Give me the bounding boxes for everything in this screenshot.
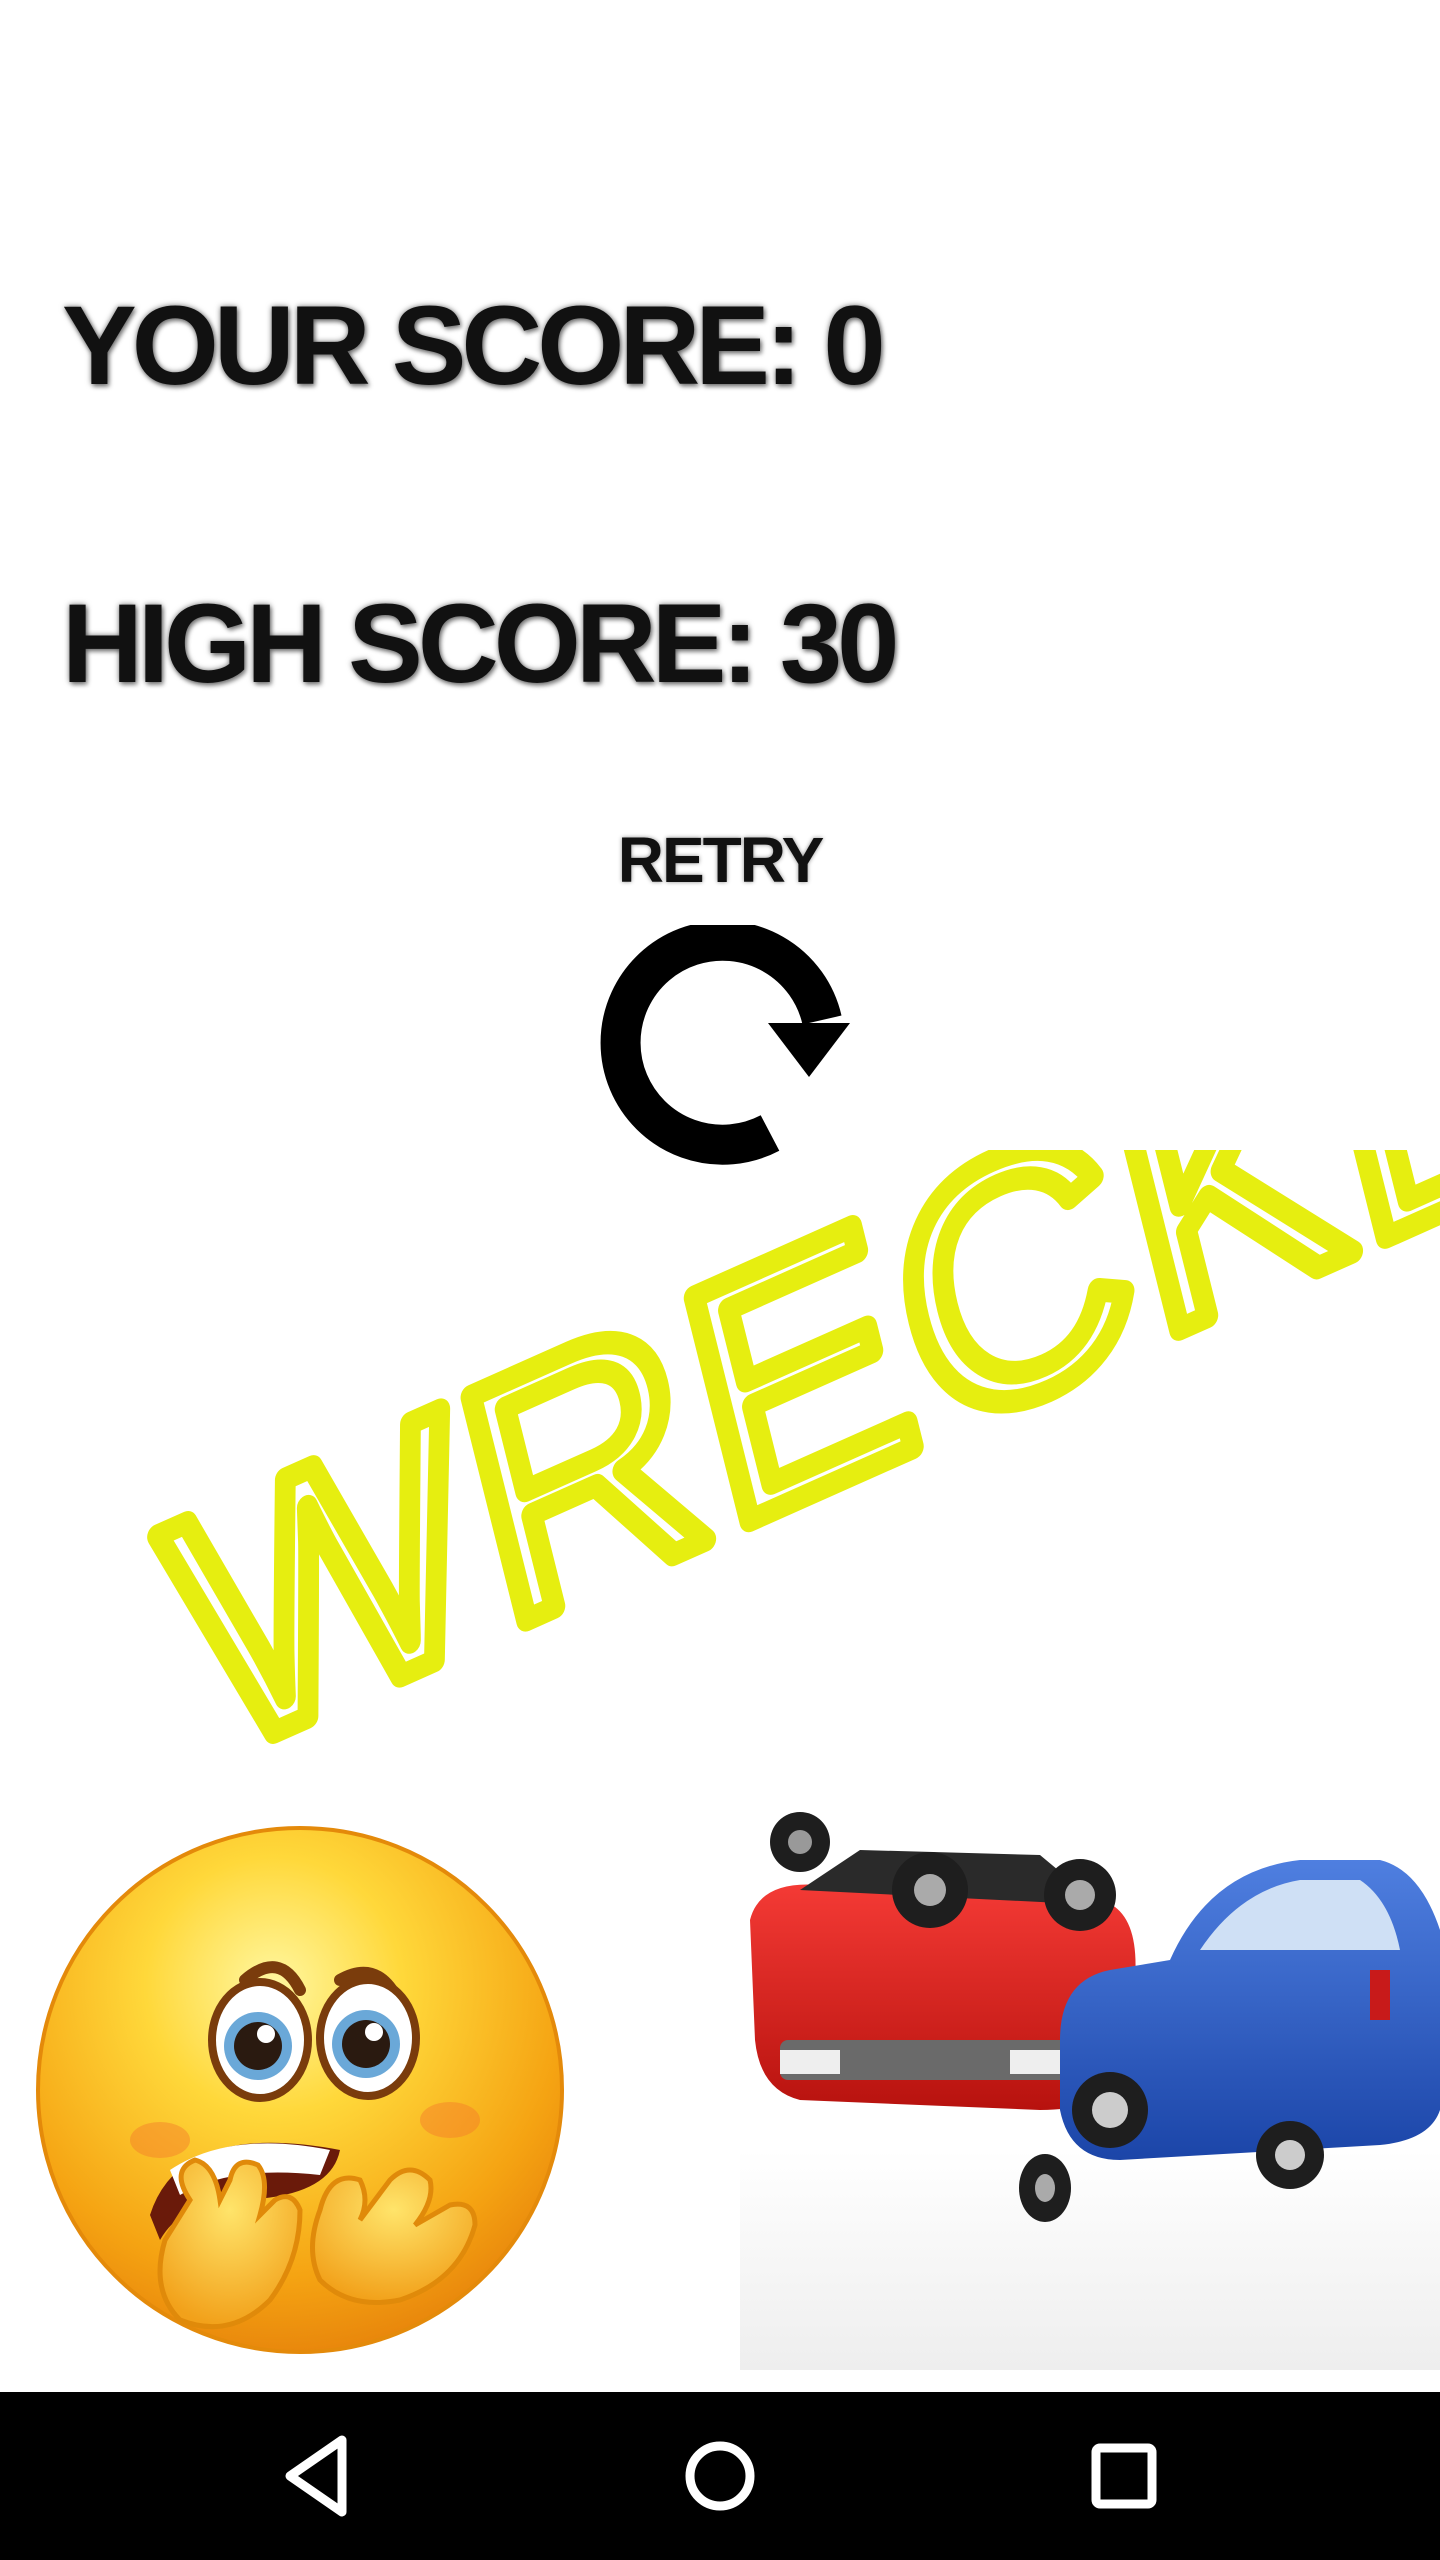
your-score-label: YOUR SCORE: 0 <box>62 283 886 408</box>
worried-emoji <box>36 1826 564 2354</box>
high-score-label: HIGH SCORE: 30 <box>62 581 899 706</box>
wrecked-lettering: WRECKED <box>128 753 1440 1841</box>
wrecked-banner: WRECKED <box>0 753 1440 1850</box>
car-crash-image <box>740 1812 1440 2370</box>
back-icon[interactable] <box>266 2426 366 2526</box>
game-over-screen: YOUR SCORE: 0 HIGH SCORE: 30 RETRY WRECK… <box>0 0 1440 2392</box>
wrecked-text: WRECKED <box>139 1150 1440 1829</box>
android-nav-bar <box>0 2392 1440 2560</box>
retry-button[interactable]: RETRY <box>560 820 880 1170</box>
retry-icon[interactable] <box>590 925 850 1165</box>
home-icon[interactable] <box>670 2426 770 2526</box>
retry-label: RETRY <box>617 824 825 896</box>
recents-icon[interactable] <box>1074 2426 1174 2526</box>
